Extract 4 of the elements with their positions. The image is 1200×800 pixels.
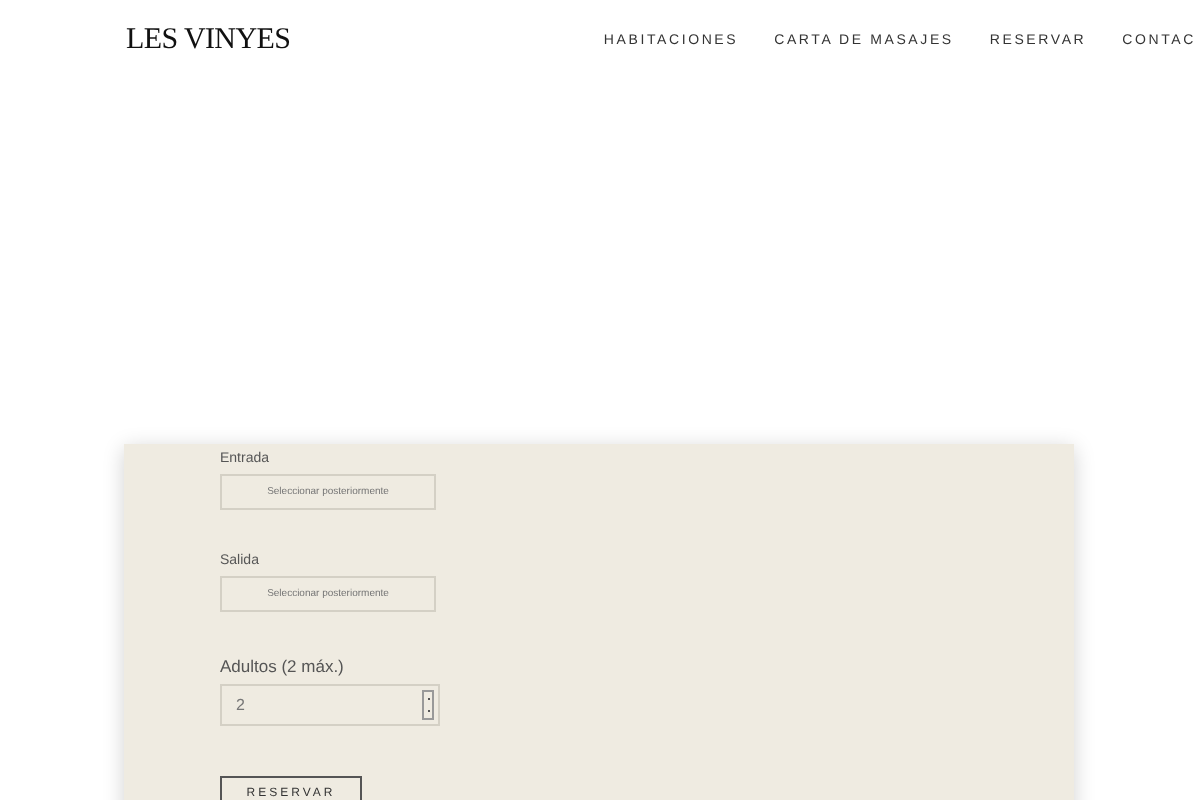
site-logo[interactable]: LES VINYES [126, 23, 291, 57]
number-field[interactable]: 2 [220, 684, 440, 726]
field-label: Adultos (2 máx.) [220, 656, 344, 676]
spinner-icon[interactable] [422, 690, 434, 720]
